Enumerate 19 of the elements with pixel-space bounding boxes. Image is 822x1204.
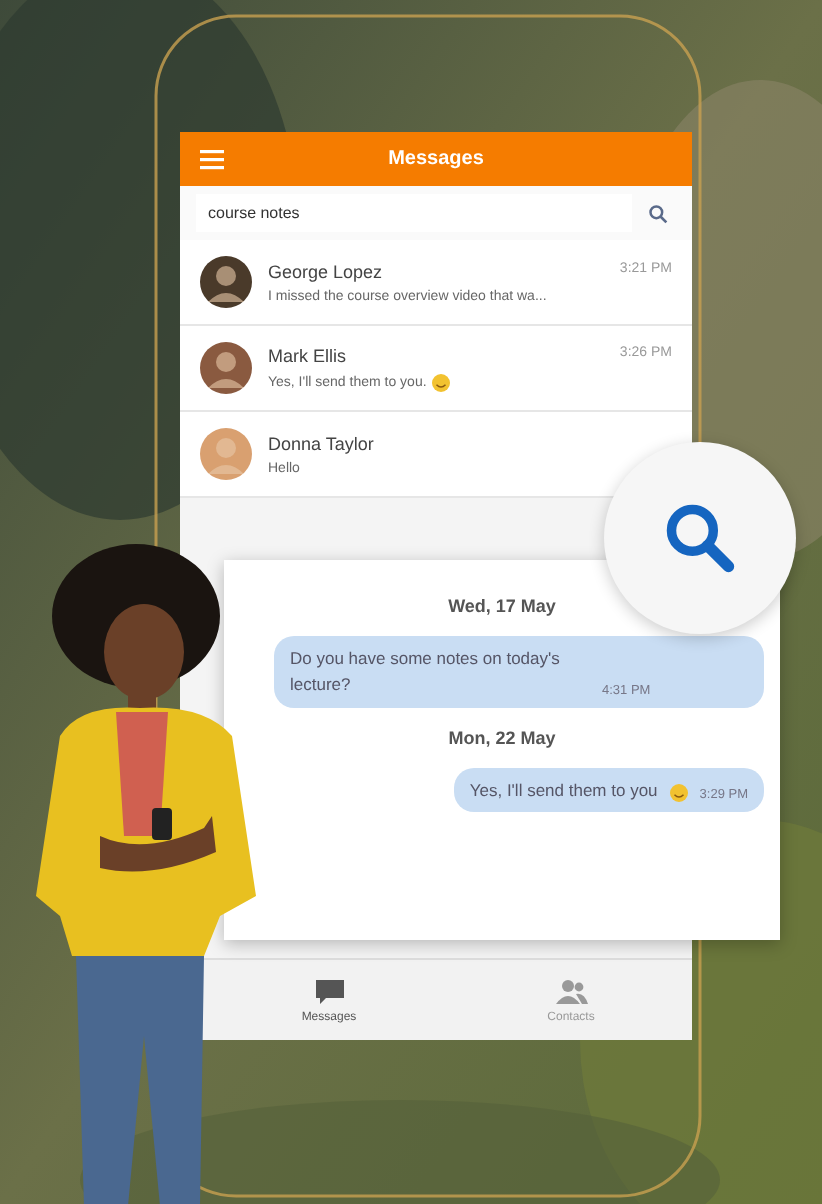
message-text: Yes, I'll send them to you xyxy=(469,777,658,803)
search-field[interactable]: course notes xyxy=(196,194,632,232)
contact-name: Mark Ellis xyxy=(268,345,347,365)
avatar-icon xyxy=(200,428,252,480)
avatar-icon xyxy=(200,342,252,394)
menu-icon[interactable] xyxy=(200,149,224,169)
header-title: Messages xyxy=(388,148,484,170)
smiley-icon xyxy=(669,784,688,803)
search-icon xyxy=(662,500,738,576)
avatar-icon xyxy=(200,256,252,308)
contact-name: Donna Taylor xyxy=(268,433,374,453)
date-label: Wed, 17 May xyxy=(448,596,556,616)
contact-name: George Lopez xyxy=(268,261,383,281)
people-icon xyxy=(555,977,587,1005)
search-icon[interactable] xyxy=(648,203,668,223)
chat-icon xyxy=(313,977,345,1005)
smiley-icon xyxy=(432,373,451,391)
message-text: Do you have some notes on today's lecture? xyxy=(290,646,562,697)
date-label: Mon, 22 May xyxy=(448,727,556,747)
